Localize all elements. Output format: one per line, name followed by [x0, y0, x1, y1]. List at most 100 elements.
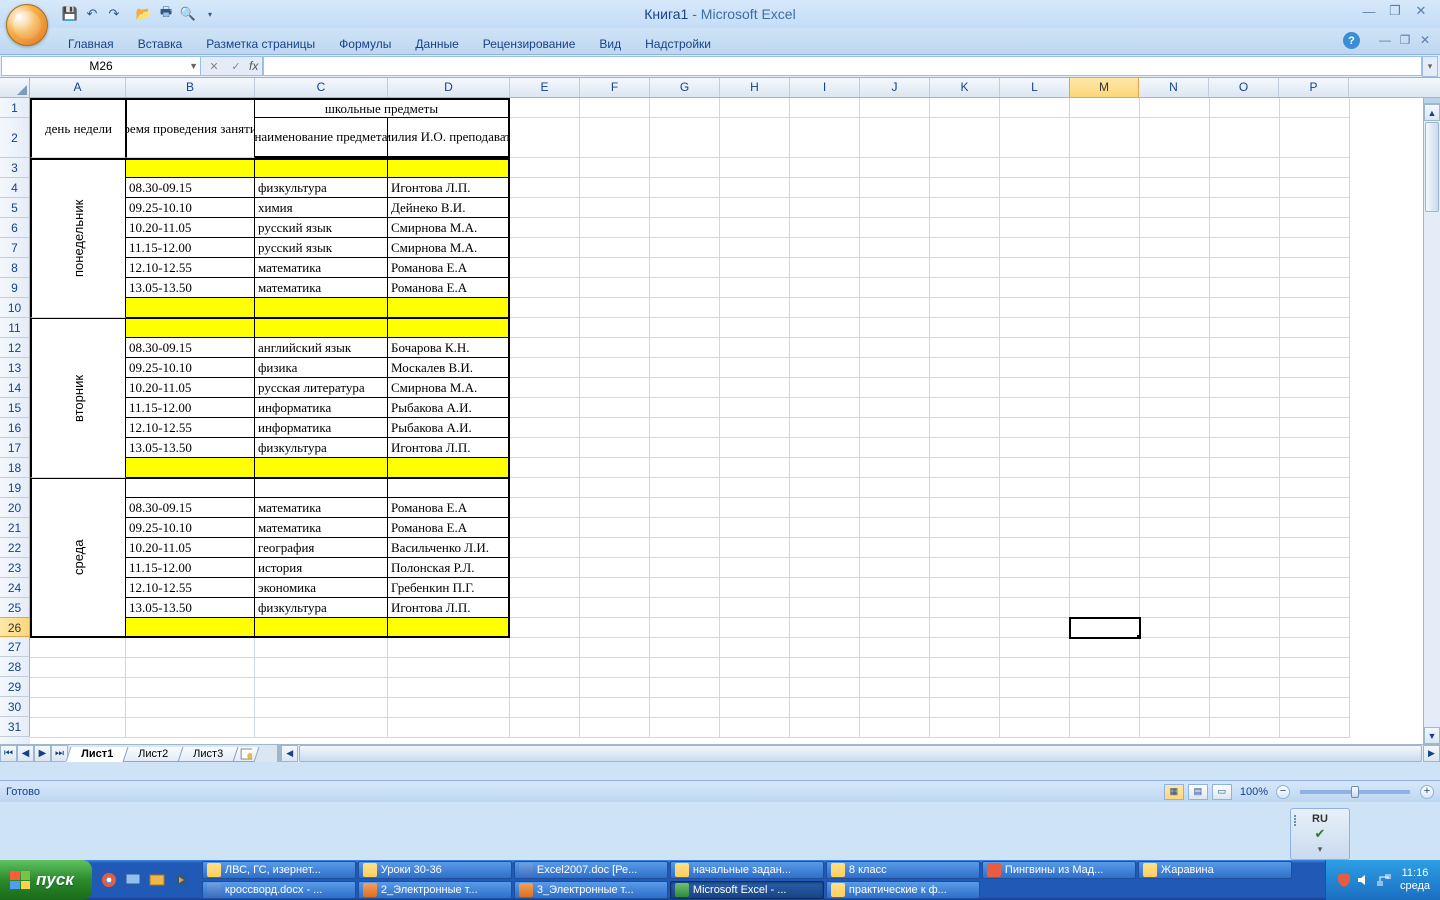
row-header-5[interactable]: 5 [0, 198, 30, 218]
cell-subject[interactable]: экономика [255, 578, 388, 598]
cell-teacher[interactable]: Москалев В.И. [388, 358, 510, 378]
cell-subject[interactable]: физкультура [255, 178, 388, 198]
cell-day-1[interactable]: вторник [30, 318, 126, 478]
taskbar-item[interactable]: 8 класс [826, 861, 980, 879]
row-header-21[interactable]: 21 [0, 518, 30, 538]
cell-subject[interactable]: английский язык [255, 338, 388, 358]
row-header-30[interactable]: 30 [0, 697, 30, 717]
name-box[interactable]: M26 ▼ [1, 56, 201, 76]
col-header-P[interactable]: P [1279, 78, 1349, 97]
help-icon[interactable]: ? [1343, 32, 1360, 49]
col-header-A[interactable]: A [30, 78, 126, 97]
view-pagebreak-icon[interactable]: ▭ [1212, 784, 1232, 800]
office-button[interactable] [6, 4, 48, 46]
cell-subject[interactable]: физкультура [255, 438, 388, 458]
cell-teacher[interactable]: Смирнова М.А. [388, 218, 510, 238]
row-header-11[interactable]: 11 [0, 318, 30, 338]
hscroll-track[interactable]: ◀ ▶ [277, 745, 1440, 762]
row-header-31[interactable]: 31 [0, 717, 30, 737]
col-header-D[interactable]: D [388, 78, 510, 97]
cell-teacher[interactable]: Рыбакова А.И. [388, 418, 510, 438]
row-header-9[interactable]: 9 [0, 278, 30, 298]
cell-time[interactable]: 09.25-10.10 [126, 518, 255, 538]
row-header-13[interactable]: 13 [0, 358, 30, 378]
row-header-29[interactable]: 29 [0, 677, 30, 697]
cell-C1D1[interactable]: школьные предметы [255, 98, 510, 118]
row-header-25[interactable]: 25 [0, 598, 30, 618]
col-header-O[interactable]: O [1209, 78, 1279, 97]
row-header-26[interactable]: 26 [0, 617, 30, 637]
qat-open-icon[interactable]: 📂 [134, 4, 154, 24]
row-header-4[interactable]: 4 [0, 178, 30, 198]
langbar-min-icon[interactable]: ▾ [1318, 844, 1323, 855]
col-header-J[interactable]: J [860, 78, 930, 97]
row-header-2[interactable]: 2 [0, 118, 30, 158]
row-header-6[interactable]: 6 [0, 218, 30, 238]
zoom-level[interactable]: 100% [1240, 786, 1268, 798]
wb-minimize[interactable]: — [1376, 32, 1394, 48]
ql-desktop-icon[interactable] [122, 866, 144, 894]
cell-subject[interactable]: русская литература [255, 378, 388, 398]
cell-time[interactable]: 09.25-10.10 [126, 198, 255, 218]
cell-subject[interactable]: математика [255, 278, 388, 298]
ql-mediaplayer-icon[interactable] [170, 866, 192, 894]
qat-customize-icon[interactable]: ▾ [200, 4, 220, 24]
row-header-19[interactable]: 19 [0, 478, 30, 498]
row-header-24[interactable]: 24 [0, 578, 30, 598]
qat-undo-icon[interactable]: ↶ [82, 4, 102, 24]
cell-subject[interactable]: русский язык [255, 238, 388, 258]
cell-subject[interactable]: физкультура [255, 598, 388, 618]
cell-time[interactable]: 11.15-12.00 [126, 558, 255, 578]
cell-subject[interactable]: география [255, 538, 388, 558]
cell-time[interactable]: 10.20-11.05 [126, 538, 255, 558]
insert-sheet-icon[interactable] [233, 747, 260, 762]
vscroll-up-icon[interactable]: ▲ [1424, 104, 1440, 121]
cell-D2[interactable]: Фамилия И.О. преподавателя [388, 118, 510, 158]
row-header-20[interactable]: 20 [0, 498, 30, 518]
cell-B1[interactable]: время проведения занятий [126, 98, 255, 158]
taskbar-item[interactable]: Жаравина [1138, 861, 1292, 879]
cell-teacher[interactable]: Смирнова М.А. [388, 238, 510, 258]
zoom-out-button[interactable]: − [1276, 785, 1290, 799]
cell-time[interactable]: 13.05-13.50 [126, 278, 255, 298]
cell-time[interactable]: 13.05-13.50 [126, 598, 255, 618]
cell-teacher[interactable]: Рыбакова А.И. [388, 398, 510, 418]
col-header-K[interactable]: K [930, 78, 1000, 97]
cell-time[interactable]: 08.30-09.15 [126, 178, 255, 198]
row-header-1[interactable]: 1 [0, 98, 30, 118]
cell-time[interactable]: 11.15-12.00 [126, 238, 255, 258]
col-header-I[interactable]: I [790, 78, 860, 97]
col-header-E[interactable]: E [510, 78, 580, 97]
row-header-12[interactable]: 12 [0, 338, 30, 358]
qat-save-icon[interactable]: 💾 [60, 4, 80, 24]
cell-subject[interactable]: информатика [255, 418, 388, 438]
language-bar[interactable]: RU ✔ ▾ [1290, 808, 1350, 860]
col-header-L[interactable]: L [1000, 78, 1070, 97]
sheet-tab-0[interactable]: Лист1 [66, 747, 129, 762]
taskbar-item[interactable]: 2_Электронные т... [358, 881, 512, 899]
row-header-27[interactable]: 27 [0, 637, 30, 657]
col-header-N[interactable]: N [1139, 78, 1209, 97]
zoom-in-button[interactable]: + [1420, 785, 1434, 799]
fx-icon[interactable]: fx [249, 59, 258, 73]
taskbar-item[interactable]: Microsoft Excel - ... [670, 881, 824, 899]
cell-teacher[interactable]: Бочарова К.Н. [388, 338, 510, 358]
active-cell[interactable] [1070, 618, 1140, 638]
row-header-28[interactable]: 28 [0, 657, 30, 677]
cell-subject[interactable]: информатика [255, 398, 388, 418]
hscroll-right-icon[interactable]: ▶ [1423, 745, 1440, 762]
name-box-dropdown-icon[interactable]: ▼ [189, 61, 198, 71]
cell-time[interactable]: 12.10-12.55 [126, 418, 255, 438]
cell-teacher[interactable]: Романова Е.А [388, 518, 510, 538]
cell-day-0[interactable]: понедельник [30, 158, 126, 318]
vscroll-down-icon[interactable]: ▼ [1424, 727, 1440, 744]
cell-teacher[interactable]: Васильченко Л.И. [388, 538, 510, 558]
cell-time[interactable]: 09.25-10.10 [126, 358, 255, 378]
cell-teacher[interactable]: Романова Е.А [388, 258, 510, 278]
tray-shield-icon[interactable] [1336, 872, 1352, 888]
tab-insert[interactable]: Вставка [126, 31, 195, 55]
cell-teacher[interactable]: Игонтова Л.П. [388, 178, 510, 198]
tab-review[interactable]: Рецензирование [471, 31, 588, 55]
qat-quickprint-icon[interactable]: 🖶 [156, 4, 176, 24]
hscroll-left-icon[interactable]: ◀ [281, 745, 298, 762]
